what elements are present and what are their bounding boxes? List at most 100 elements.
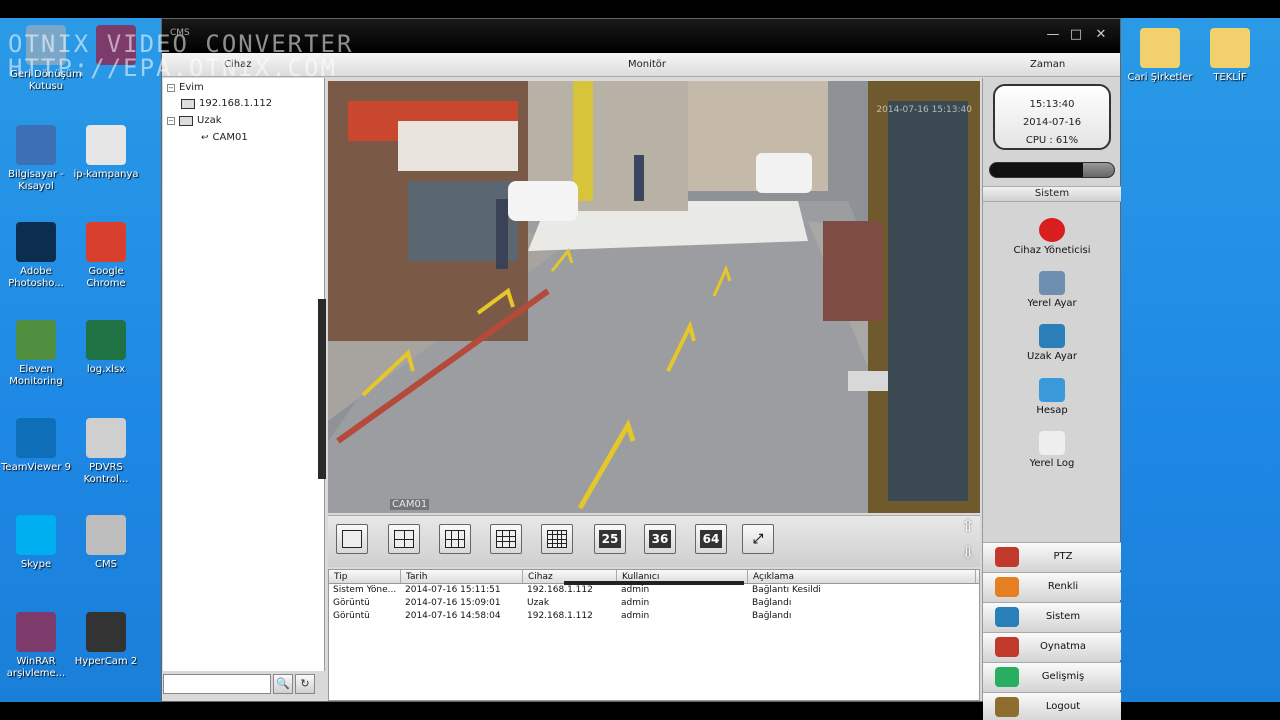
panel-collapse-handle[interactable]	[318, 299, 326, 479]
table-row[interactable]: Görüntü 2014-07-16 15:09:01 Uzak admin Bağla…	[329, 597, 979, 610]
document-icon	[86, 125, 126, 165]
nav-playback[interactable]: Oynatma	[983, 632, 1121, 660]
nav-label: Sistem	[1045, 611, 1081, 622]
clock-date: 2014-07-16	[1022, 117, 1082, 128]
desktop-icon[interactable]: PDVRS Kontrol...	[70, 418, 142, 486]
tool-remote-settings[interactable]: Uzak Ayar	[983, 324, 1121, 362]
record-icon	[1039, 218, 1065, 242]
layout-number: 25	[598, 530, 622, 548]
fullscreen-button[interactable]: ⤢	[742, 524, 774, 554]
tree-search-input[interactable]	[163, 674, 271, 694]
desktop-icon[interactable]	[80, 25, 152, 69]
clock-display: 15:13:40 2014-07-16 CPU : 61%	[993, 84, 1111, 150]
arrow-down-icon[interactable]: ⇩	[958, 543, 978, 562]
search-icon[interactable]: 🔍	[273, 674, 293, 694]
desktop-icon[interactable]: Adobe Photosho...	[0, 222, 72, 290]
table-cell: Uzak	[527, 598, 550, 608]
street-scene-image	[328, 81, 980, 513]
nav-color[interactable]: Renkli	[983, 572, 1121, 600]
grid-icon	[394, 530, 414, 548]
layout-16-button[interactable]	[541, 524, 573, 554]
title-bar[interactable]: CMS — □ ✕	[162, 19, 1120, 53]
nav-ptz[interactable]: PTZ	[983, 542, 1121, 570]
layout-9-button[interactable]	[490, 524, 522, 554]
table-row[interactable]: Sistem Yöne... 2014-07-16 15:11:51 192.168…	[329, 584, 979, 597]
advanced-icon	[995, 666, 1019, 687]
winrar-icon	[96, 25, 136, 65]
menu-monitor[interactable]: Monitör	[628, 59, 666, 70]
desktop-icon[interactable]: WinRAR arşivleme...	[0, 612, 72, 680]
log-column-header[interactable]: Açıklama	[748, 570, 976, 583]
nav-advanced[interactable]: Gelişmiş	[983, 662, 1121, 690]
desktop-folder[interactable]: TEKLİF	[1194, 28, 1266, 84]
control-icon	[86, 418, 126, 458]
table-cell: 192.168.1.112	[527, 585, 593, 595]
menu-device[interactable]: Cihaz	[224, 59, 251, 70]
nav-label: Oynatma	[1039, 641, 1087, 652]
desktop-icon[interactable]: Geri Dönüşüm Kutusu	[10, 25, 82, 93]
desktop-folder[interactable]: Cari Şirketler	[1124, 28, 1196, 84]
desktop-icon-label: Skype	[20, 559, 52, 570]
nav-label: Logout	[1045, 701, 1081, 712]
log-column-header[interactable]: Tarih	[401, 570, 523, 583]
table-row[interactable]: Görüntü 2014-07-16 14:58:04 192.168.1.112 a…	[329, 610, 979, 623]
desktop-icon[interactable]: Bilgisayar - Kısayol	[0, 125, 72, 193]
layout-6-button[interactable]	[439, 524, 471, 554]
log-splitter[interactable]	[564, 581, 744, 585]
tool-local-settings[interactable]: Yerel Ayar	[983, 271, 1121, 309]
table-cell: Görüntü	[333, 598, 370, 608]
computer-icon	[181, 98, 195, 109]
log-column-header[interactable]: Tip	[329, 570, 401, 583]
camera-icon: ↩	[201, 132, 209, 143]
right-panel: 15:13:40 2014-07-16 CPU : 61% Sistem Cih…	[982, 78, 1121, 720]
tree-node-local-device[interactable]: 192.168.1.112	[181, 98, 272, 109]
desktop-icon-label: ip-kampanya	[73, 169, 139, 180]
minimize-button[interactable]: —	[1042, 27, 1064, 43]
desktop-icon[interactable]: HyperCam 2	[70, 612, 142, 668]
cpu-progress-fill	[1083, 163, 1114, 177]
desktop-icon[interactable]: CMS	[70, 515, 142, 571]
window-title: CMS	[170, 28, 190, 38]
layout-1-button[interactable]	[336, 524, 368, 554]
menu-time[interactable]: Zaman	[1030, 59, 1065, 70]
refresh-icon[interactable]: ↻	[295, 674, 315, 694]
camera-view[interactable]: 2014-07-16 15:13:40 CAM01	[328, 81, 980, 513]
grid-icon	[342, 530, 362, 548]
event-log-table: Tip Tarih Cihaz Kullanıcı Açıklama Sistem Yö…	[328, 569, 980, 701]
collapse-icon[interactable]: −	[167, 116, 175, 125]
nav-logout[interactable]: Logout	[983, 692, 1121, 720]
desktop-icon[interactable]: Eleven Monitoring	[0, 320, 72, 388]
tree-label: CAM01	[212, 132, 248, 143]
tool-account[interactable]: Hesap	[983, 378, 1121, 416]
desktop-icon[interactable]: ip-kampanya	[70, 125, 142, 181]
tree-node-uzak[interactable]: − Uzak	[167, 115, 222, 126]
close-button[interactable]: ✕	[1090, 27, 1112, 43]
winrar-archive-icon	[16, 612, 56, 652]
tool-record[interactable]: Cihaz Yöneticisi	[983, 218, 1121, 256]
grid-icon	[547, 530, 567, 548]
layout-36-button[interactable]: 36	[644, 524, 676, 554]
desktop-icon[interactable]: TeamViewer 9	[0, 418, 72, 474]
collapse-icon[interactable]: −	[167, 83, 175, 92]
teamviewer-icon	[16, 418, 56, 458]
layout-number: 36	[648, 530, 672, 548]
photoshop-icon	[16, 222, 56, 262]
maximize-button[interactable]: □	[1065, 27, 1087, 43]
tree-label: Evim	[179, 82, 204, 93]
tree-node-evim[interactable]: − Evim	[167, 82, 204, 93]
desktop-icon-label: Cari Şirketler	[1127, 72, 1193, 83]
tool-log-file[interactable]: Yerel Log	[983, 431, 1121, 469]
layout-64-button[interactable]: 64	[695, 524, 727, 554]
desktop-icon[interactable]: Skype	[0, 515, 72, 571]
tree-node-cam01[interactable]: ↩ CAM01	[201, 132, 248, 143]
layout-4-button[interactable]	[388, 524, 420, 554]
playback-icon	[995, 636, 1019, 657]
table-cell: 192.168.1.112	[527, 611, 593, 621]
desktop-icon[interactable]: log.xlsx	[70, 320, 142, 376]
table-cell: admin	[621, 611, 650, 621]
layout-25-button[interactable]: 25	[594, 524, 626, 554]
desktop-icon[interactable]: Google Chrome	[70, 222, 142, 290]
arrow-up-icon[interactable]: ⇧	[958, 516, 978, 535]
desktop-icon-label: Google Chrome	[86, 266, 126, 289]
nav-system[interactable]: Sistem	[983, 602, 1121, 630]
